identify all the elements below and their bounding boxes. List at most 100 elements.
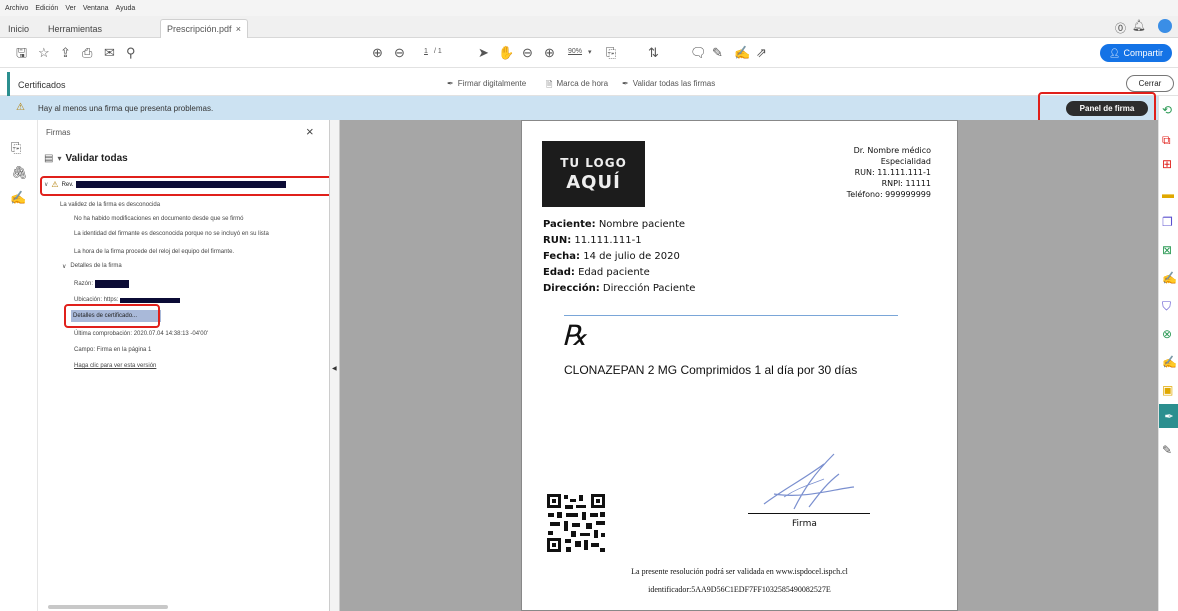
validate-signatures-icon: ✒ (622, 79, 629, 88)
signature-panel-icon[interactable]: ✍ (10, 190, 26, 206)
export-pdf-icon[interactable]: ⟲ (1162, 104, 1172, 116)
validate-all-row[interactable]: ▤ ▾ Validar todas (44, 153, 128, 164)
add-user-icon: 👤︎ (1109, 47, 1121, 58)
doctor-phone: Teléfono: 999999999 (846, 190, 931, 199)
highlight-box-signature (40, 176, 329, 196)
hand-tool-icon[interactable]: ✋ (498, 45, 514, 61)
identity-unknown-note: La identidad del firmante es desconocida… (74, 231, 269, 237)
combine-files-icon[interactable]: ❐ (1162, 216, 1173, 228)
fill-sign-icon[interactable]: ✍ (1162, 272, 1177, 284)
sign-digitally-button[interactable]: ✒ Firmar digitalmente (447, 79, 526, 88)
fit-page-icon[interactable]: ⎘ (606, 45, 616, 61)
zoom-dropdown-icon[interactable]: ▾ (588, 48, 592, 56)
menu-archivo[interactable]: Archivo (5, 5, 28, 12)
doctor-specialty: Especialidad (880, 157, 931, 166)
patient-value: Nombre paciente (598, 219, 686, 230)
tab-tools[interactable]: Herramientas (42, 19, 108, 38)
timestamp-label: Marca de hora (556, 79, 609, 88)
validate-all-label: Validar todas las firmas (632, 79, 716, 88)
validate-all-button[interactable]: ✒ Validar todas las firmas (622, 79, 715, 88)
doctor-name: Dr. Nombre médico (853, 146, 931, 155)
compare-icon[interactable]: ⊗ (1162, 328, 1172, 340)
highlight-pen-icon[interactable]: ✎ (712, 45, 723, 61)
zoom-level[interactable]: 90% (568, 48, 582, 55)
no-modifications-note: No ha habido modificaciones en documento… (74, 216, 244, 222)
menu-ventana[interactable]: Ventana (83, 5, 109, 12)
create-pdf-icon[interactable]: ⧉ (1162, 134, 1171, 146)
doctor-run: RUN: 11.111.111-1 (854, 168, 931, 177)
sign-digitally-label: Firmar digitalmente (457, 79, 527, 88)
view-version-link[interactable]: Haga clic para ver esta versión (74, 363, 156, 369)
signature-details-label: Detalles de la firma (70, 263, 122, 269)
age-value: Edad paciente (578, 267, 650, 278)
comment-icon[interactable]: 🗨︎ (690, 45, 707, 61)
panel-close-icon[interactable]: × (306, 124, 314, 139)
tab-close-icon[interactable]: × (236, 24, 241, 34)
protect-icon[interactable]: ⛉ (1162, 300, 1171, 312)
page-number-input[interactable]: 1 (424, 48, 428, 55)
pages-icon[interactable]: ⎘ (11, 140, 21, 156)
print-icon[interactable]: ⎙ (82, 45, 92, 61)
logo-placeholder: TU LOGO AQUÍ (542, 141, 645, 207)
help-icon[interactable]: ⓪ (1115, 20, 1126, 36)
timestamp-icon: 🗎 (546, 80, 553, 89)
validate-all-signatures: Validar todas (65, 153, 128, 164)
select-cursor-icon[interactable]: ➤ (478, 45, 489, 61)
avatar[interactable] (1158, 19, 1172, 33)
close-certificates-button[interactable]: Cerrar (1126, 75, 1174, 92)
certificates-tool-icon[interactable]: ✒ (1159, 404, 1178, 428)
run-label: RUN: (543, 235, 572, 246)
location-row: Ubicación: https: (74, 297, 181, 303)
comment-tool-icon[interactable]: ▬ (1162, 188, 1174, 200)
date-label: Fecha: (543, 251, 581, 262)
run-row: RUN: 11.111.111-1 (543, 235, 642, 246)
upload-cloud-icon[interactable]: ⇪ (60, 45, 71, 61)
redacted-location (120, 297, 181, 303)
organize-pages-icon[interactable]: ⊞ (1162, 158, 1172, 170)
location-label: Ubicación: https: (74, 297, 119, 303)
menu-ayuda[interactable]: Ayuda (116, 5, 136, 12)
star-icon[interactable]: ☆ (38, 45, 50, 61)
run-value: 11.111.111-1 (574, 235, 642, 246)
bell-icon[interactable]: 🔔︎ (1132, 19, 1146, 32)
timestamp-button[interactable]: 🗎 Marca de hora (546, 79, 608, 93)
page-down-icon[interactable]: ⊖ (394, 45, 405, 61)
menu-edicion[interactable]: Edición (35, 5, 58, 12)
share-button[interactable]: 👤︎ Compartir (1100, 44, 1172, 62)
tab-document[interactable]: Prescripción.pdf × (160, 19, 248, 38)
signature-label: Firma (792, 519, 817, 529)
logo-line-2: AQUÍ (566, 171, 621, 193)
tab-home[interactable]: Inicio (2, 19, 35, 38)
menu-bar: Archivo Edición Ver Ventana Ayuda (0, 0, 1178, 16)
send-signature-icon[interactable]: ✍ (1162, 356, 1177, 368)
signature-warning-bar: ⚠ Hay al menos una firma que presenta pr… (0, 96, 1160, 120)
search-icon[interactable]: ⚲ (126, 45, 136, 61)
left-tool-rail: ⎘ 🖇︎ ✍ (0, 120, 38, 611)
highlight-box-cert-details (64, 304, 160, 328)
zoom-in-icon[interactable]: ⊕ (544, 45, 555, 61)
scan-ocr-icon[interactable]: ⊠ (1162, 244, 1172, 256)
stamp-tool-icon[interactable]: ✎ (1162, 444, 1172, 456)
details-chevron-icon: ∨ (62, 264, 67, 270)
address-label: Dirección: (543, 283, 600, 294)
signature-details-toggle[interactable]: ∨ Detalles de la firma (62, 263, 122, 270)
pdf-page[interactable]: TU LOGO AQUÍ Dr. Nombre médico Especiali… (521, 120, 958, 611)
mail-icon[interactable]: ✉ (104, 45, 115, 61)
share-link-icon[interactable]: ⇗ (756, 45, 767, 61)
collapse-arrow-icon: ◀ (332, 366, 337, 372)
tab-document-label: Prescripción.pdf (167, 24, 232, 34)
scroll-mode-icon[interactable]: ⇅ (648, 45, 659, 61)
panel-scrollbar[interactable] (48, 605, 168, 609)
last-check: Última comprobación: 2020.07.04 14:38:13… (74, 331, 209, 337)
more-tools-icon[interactable]: ▣ (1162, 384, 1173, 396)
attachment-icon[interactable]: 🖇︎ (11, 165, 28, 181)
sign-icon[interactable]: ✍ (734, 45, 750, 61)
menu-ver[interactable]: Ver (65, 5, 76, 12)
panel-collapse-handle[interactable]: ◀ (330, 120, 340, 611)
save-icon[interactable]: 🖫 (16, 45, 27, 61)
logo-line-1: TU LOGO (560, 155, 627, 170)
section-divider (564, 315, 898, 316)
page-up-icon[interactable]: ⊕ (372, 45, 383, 61)
main-toolbar: 🖫 ☆ ⇪ ⎙ ✉ ⚲ ⊕ ⊖ 1 / 1 ➤ ✋ ⊖ ⊕ 90% ▾ ⎘ ⇅ … (0, 38, 1178, 68)
zoom-out-icon[interactable]: ⊖ (522, 45, 533, 61)
